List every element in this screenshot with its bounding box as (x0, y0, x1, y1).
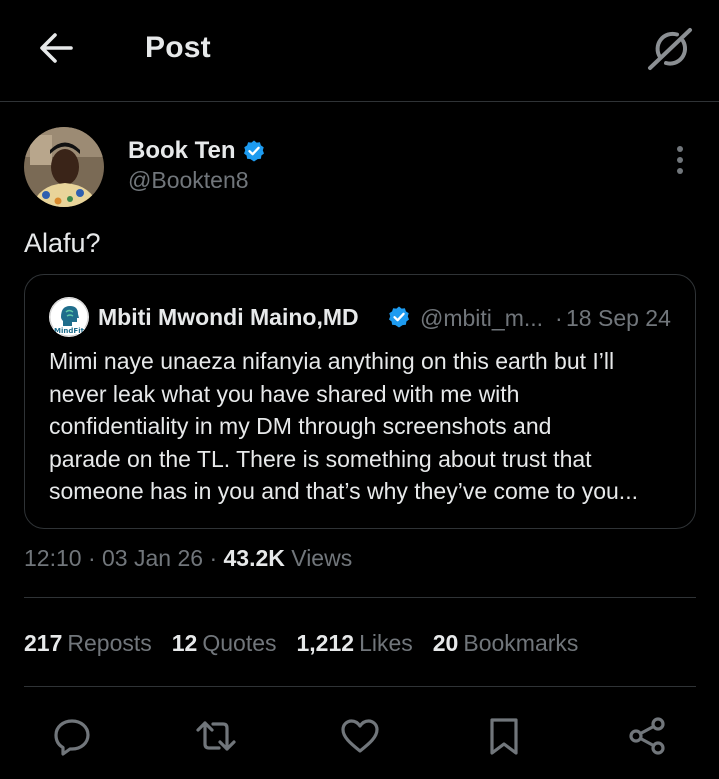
quoted-line: someone has in you and that’s why they’v… (49, 478, 638, 504)
reply-button[interactable] (50, 714, 94, 758)
grok-button[interactable] (647, 26, 695, 72)
quotes-stat[interactable]: 12 Quotes (172, 630, 277, 657)
author-photo (24, 127, 104, 207)
share-icon (629, 717, 665, 755)
quoted-author-handle: @mbiti_m... (420, 305, 544, 331)
quoted-author-avatar: MindFit (49, 297, 89, 337)
post-meta: 12:10 · 03 Jan 26 · 43.2K Views (24, 545, 352, 572)
share-button[interactable] (626, 714, 670, 758)
more-vertical-icon (677, 146, 683, 174)
post-text: Alafu? (24, 228, 101, 258)
post-date[interactable]: 03 Jan 26 (102, 545, 203, 571)
bookmarks-stat[interactable]: 20 Bookmarks (433, 630, 579, 657)
reposts-stat[interactable]: 217 Reposts (24, 630, 152, 657)
back-button[interactable] (36, 28, 76, 68)
repost-button[interactable] (194, 714, 238, 758)
svg-text:MindFit: MindFit (54, 327, 85, 335)
quoted-verified-badge-icon (389, 306, 409, 328)
quoted-line: parade on the TL. There is something abo… (49, 445, 592, 472)
author-name[interactable]: Book Ten (128, 137, 236, 165)
meta-separator: · (87, 545, 96, 571)
views-label[interactable]: Views (291, 545, 352, 571)
quoted-line: confidentiality in my DM through screens… (49, 413, 552, 439)
post-time[interactable]: 12:10 (24, 545, 82, 571)
grok-icon (648, 28, 692, 70)
post-screen: Post Book Ten @Bookten8 Alafu? MindFit M… (0, 0, 719, 779)
meta-separator: · (209, 545, 218, 571)
views-count[interactable]: 43.2K (224, 545, 285, 571)
quoted-post-date: 18 Sep 24 (566, 305, 671, 331)
top-bar: Post (0, 0, 719, 102)
author-avatar[interactable] (24, 127, 104, 207)
more-options-button[interactable] (666, 142, 694, 178)
quoted-post-card[interactable]: MindFit Mbiti Mwondi Maino,MD @mbiti_m..… (24, 274, 696, 529)
author-handle[interactable]: @Bookten8 (128, 167, 249, 194)
reply-icon (54, 719, 90, 756)
page-title: Post (145, 31, 211, 64)
engagement-stats: 217 Reposts 12 Quotes 1,212 Likes 20 Bookmarks (24, 630, 598, 657)
quoted-author-name: Mbiti Mwondi Maino,MD (98, 304, 359, 330)
quoted-line: never leak what you have shared with me … (49, 380, 520, 407)
divider (24, 597, 696, 598)
back-arrow-icon (40, 33, 73, 63)
bookmark-button[interactable] (482, 714, 526, 758)
verified-badge-icon (244, 140, 264, 162)
divider (24, 686, 696, 687)
mindfit-logo-icon: MindFit (49, 297, 89, 337)
repost-icon (196, 721, 236, 751)
bookmark-icon (490, 718, 518, 755)
like-button[interactable] (338, 714, 382, 758)
quoted-separator: · (555, 305, 563, 331)
quoted-line: Mimi naye unaeza nifanyia anything on th… (49, 348, 615, 374)
likes-stat[interactable]: 1,212 Likes (297, 630, 413, 657)
quoted-post-text: Mimi naye unaeza nifanyia anything on th… (49, 345, 679, 508)
like-icon (341, 719, 379, 753)
